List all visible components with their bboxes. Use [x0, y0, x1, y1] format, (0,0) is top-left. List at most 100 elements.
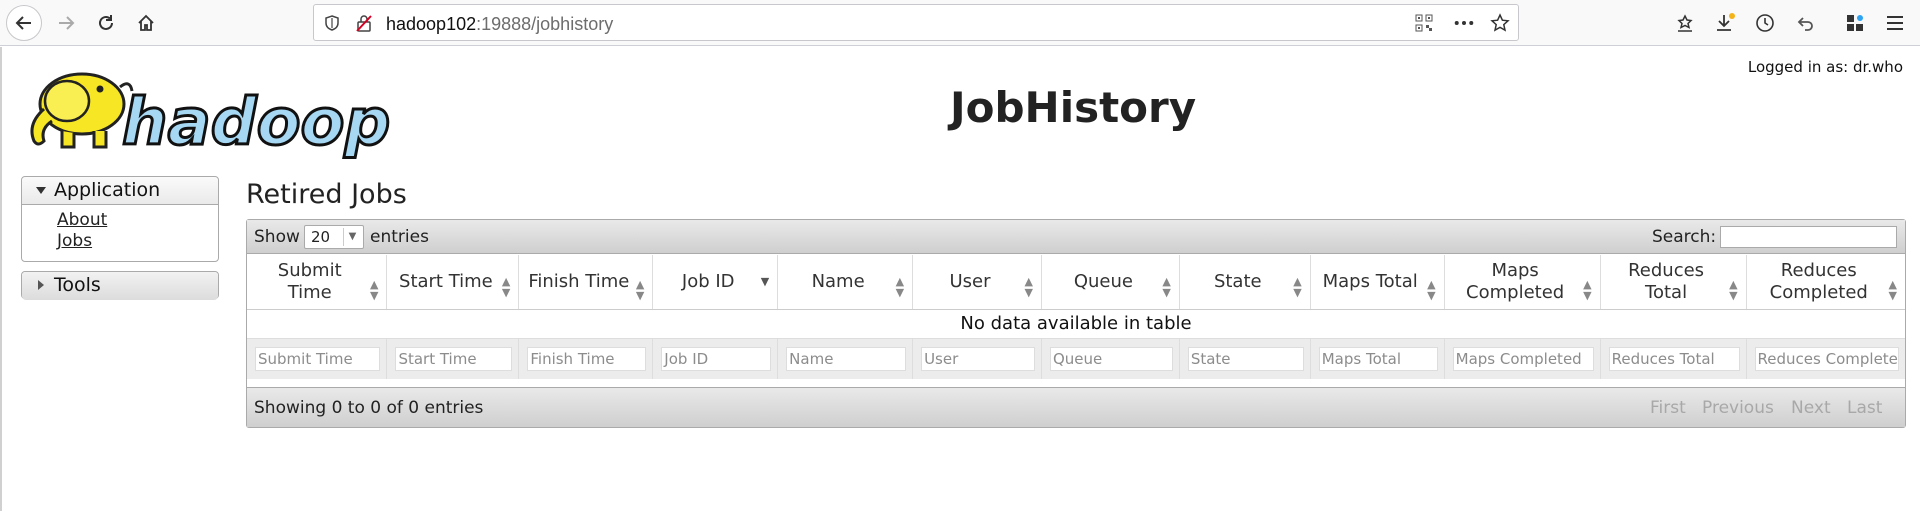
triangle-right-icon — [38, 280, 44, 290]
arrow-left-icon — [15, 16, 31, 30]
filter-input-reduces-total[interactable]: Reduces Total — [1608, 346, 1740, 371]
undo-arrow-icon[interactable] — [1792, 10, 1818, 36]
column-header-label-line2: Completed — [1769, 281, 1868, 303]
sort-icon: ▲ ▼ — [635, 277, 645, 302]
filter-input-maps-total[interactable]: Maps Total — [1318, 346, 1438, 371]
menu-icon[interactable] — [1882, 10, 1908, 36]
filter-input-reduces-completed[interactable]: Reduces Complete — [1754, 346, 1899, 371]
column-header-label: Queue — [1073, 270, 1133, 292]
browser-toolbar: hadoop102:19888/jobhistory — [0, 0, 1920, 46]
page-title: JobHistory — [950, 83, 1197, 132]
url-bar[interactable]: hadoop102:19888/jobhistory — [313, 4, 1519, 41]
filter-input-start-time[interactable]: Start Time — [395, 346, 513, 371]
last-page-button[interactable]: Last — [1847, 398, 1882, 418]
sidebar-link-jobs[interactable]: Jobs — [57, 231, 92, 251]
filter-input-finish-time[interactable]: Finish Time — [527, 346, 647, 371]
section-title: Retired Jobs — [246, 179, 407, 210]
column-header-label: Job ID — [681, 270, 735, 292]
jobs-table: Submit Time ▲ ▼ Start Time ▲ ▼ Finish Time ▲ ▼… — [247, 255, 1905, 379]
filter-input-name[interactable]: Name — [786, 346, 907, 371]
column-header-start-time[interactable]: Start Time ▲ ▼ — [386, 255, 520, 310]
forward-button[interactable] — [48, 5, 84, 41]
filter-input-maps-completed[interactable]: Maps Completed — [1452, 346, 1594, 371]
shield-icon[interactable] — [322, 13, 342, 33]
application-label: Application — [54, 179, 161, 201]
sort-icon: ▲ ▼ — [1729, 277, 1738, 302]
column-header-queue[interactable]: Queue ▲ ▼ — [1041, 255, 1180, 310]
empty-row: No data available in table — [247, 309, 1905, 339]
history-clock-icon[interactable] — [1752, 10, 1778, 36]
insecure-lock-icon[interactable] — [354, 13, 374, 33]
column-header-label: Start Time — [399, 270, 493, 292]
page-length-value: 20 — [311, 228, 331, 246]
library-icon[interactable] — [1672, 10, 1698, 36]
search-label: Search: — [1652, 227, 1717, 247]
entries-label: entries — [370, 227, 429, 247]
page-length-select[interactable]: 20 ▼ — [304, 225, 364, 249]
column-header-label: Name — [811, 270, 865, 292]
more-icon[interactable] — [1454, 13, 1474, 33]
previous-page-button[interactable]: Previous — [1702, 398, 1774, 418]
tools-panel-header[interactable]: Tools — [22, 272, 218, 300]
filter-input-submit-time[interactable]: Submit Time — [255, 346, 381, 371]
column-header-name[interactable]: Name ▲ ▼ — [777, 255, 914, 310]
logo-text: hadoop — [122, 86, 390, 159]
column-header-submit-time[interactable]: Submit Time ▲ ▼ — [247, 255, 388, 310]
table-info: Showing 0 to 0 of 0 entries — [254, 398, 484, 418]
reload-icon — [99, 15, 113, 30]
filter-row: Submit Time Start Time Finish Time Job I… — [247, 338, 1905, 379]
url-path: :19888/jobhistory — [476, 14, 614, 34]
column-header-job-id[interactable]: Job ID ▼ — [652, 255, 779, 310]
column-header-label: Finish Time — [528, 270, 630, 292]
column-header-finish-time[interactable]: Finish Time ▲ ▼ — [518, 255, 654, 310]
chevron-down-icon: ▼ — [343, 228, 361, 246]
hadoop-logo: hadoop — [30, 72, 392, 159]
tools-panel: Tools — [21, 271, 219, 300]
bookmark-star-icon[interactable] — [1490, 13, 1510, 33]
next-page-button[interactable]: Next — [1791, 398, 1831, 418]
filter-input-queue[interactable]: Queue — [1049, 346, 1173, 371]
url-host: hadoop102 — [386, 14, 477, 34]
table-bottom-toolbar: Showing 0 to 0 of 0 entries First Previo… — [247, 387, 1905, 427]
sidebar-link-about[interactable]: About — [57, 210, 107, 230]
sort-icon: ▲ ▼ — [501, 275, 511, 299]
filter-input-job-id[interactable]: Job ID — [661, 346, 772, 371]
sort-desc-icon: ▼ — [760, 275, 770, 288]
sort-icon: ▲ ▼ — [1293, 275, 1302, 299]
sort-icon: ▲ ▼ — [1024, 275, 1033, 299]
column-header-reduces-completed[interactable]: Reduces Completed ▲ ▼ — [1746, 255, 1905, 310]
column-header-maps-total[interactable]: Maps Total ▲ ▼ — [1310, 255, 1445, 310]
filter-input-state[interactable]: State — [1187, 346, 1304, 371]
empty-message: No data available in table — [247, 309, 1905, 339]
column-header-label: User — [949, 270, 991, 292]
first-page-button[interactable]: First — [1650, 398, 1686, 418]
column-header-state[interactable]: State ▲ ▼ — [1179, 255, 1311, 310]
jobs-table-container: Show 20 ▼ entries Search: Submit Time ▲ ▼ … — [246, 219, 1906, 428]
url-text[interactable]: hadoop102:19888/jobhistory — [386, 14, 613, 35]
table-top-toolbar: Show 20 ▼ entries Search: — [247, 220, 1905, 254]
sort-icon: ▲ ▼ — [1888, 277, 1897, 302]
tools-label: Tools — [54, 274, 101, 296]
column-header-maps-completed[interactable]: Maps Completed ▲ ▼ — [1444, 255, 1601, 310]
column-header-label: Maps — [1491, 259, 1539, 281]
table-header-row: Submit Time ▲ ▼ Start Time ▲ ▼ Finish Time ▲ ▼… — [247, 255, 1905, 310]
application-panel-header[interactable]: Application — [22, 177, 218, 205]
sort-icon: ▲ ▼ — [1162, 275, 1171, 299]
sort-icon: ▲ ▼ — [1427, 277, 1436, 302]
sort-icon: ▲ ▼ — [1583, 277, 1592, 302]
home-button[interactable] — [128, 5, 164, 41]
filter-input-user[interactable]: User — [921, 346, 1035, 371]
extensions-icon[interactable] — [1842, 10, 1868, 36]
column-header-reduces-total[interactable]: Reduces Total ▲ ▼ — [1600, 255, 1747, 310]
column-header-label: Maps Total — [1322, 270, 1418, 292]
show-label: Show — [254, 227, 300, 247]
reload-button[interactable] — [88, 5, 124, 41]
search-input[interactable] — [1720, 226, 1897, 248]
download-icon[interactable] — [1712, 10, 1738, 36]
back-button[interactable] — [6, 5, 42, 41]
column-header-user[interactable]: User ▲ ▼ — [912, 255, 1042, 310]
qr-code-icon[interactable] — [1414, 13, 1434, 33]
logged-in-status: Logged in as: dr.who — [1747, 58, 1903, 76]
home-icon — [138, 14, 154, 31]
triangle-down-icon — [36, 187, 46, 194]
